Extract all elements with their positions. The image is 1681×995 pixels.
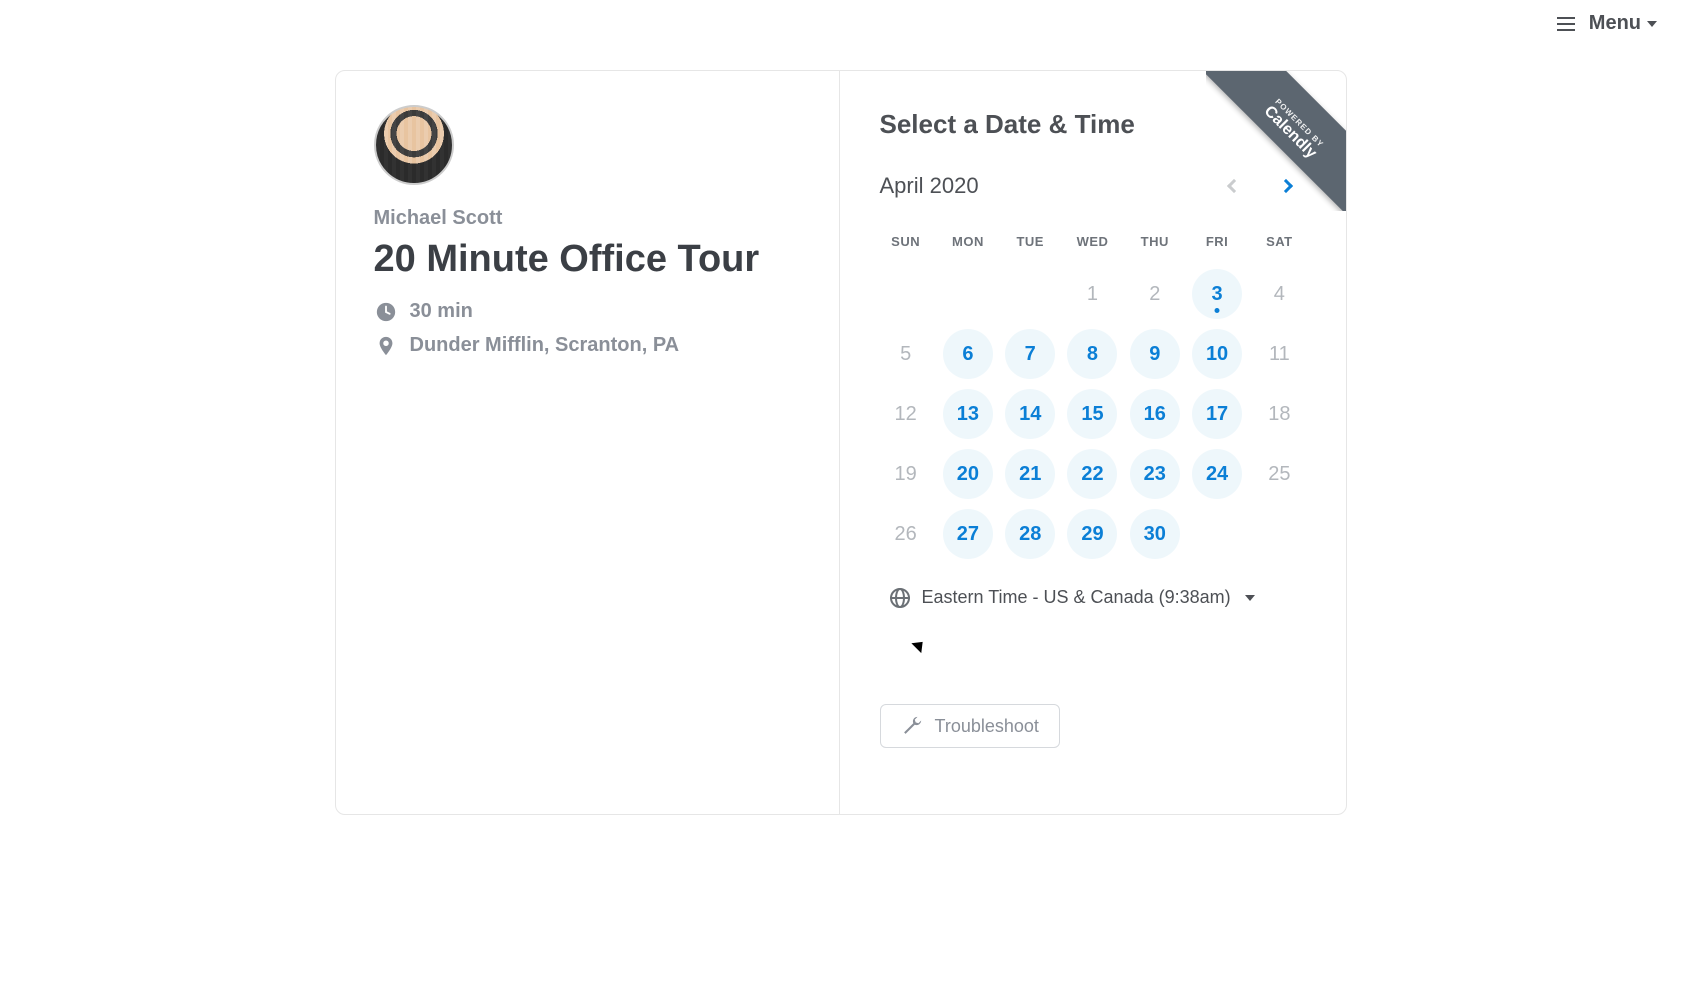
month-label: April 2020 bbox=[880, 173, 1202, 199]
calendar-day-unavailable: 25 bbox=[1253, 449, 1305, 499]
duration-text: 30 min bbox=[410, 300, 473, 323]
day-of-week-header: WED bbox=[1066, 228, 1118, 259]
calendar-day-available[interactable]: 7 bbox=[1005, 329, 1055, 379]
location-pin-icon bbox=[374, 334, 398, 358]
date-picker-panel: POWERED BY Calendly Select a Date & Time… bbox=[840, 71, 1346, 814]
calendar-day-available[interactable]: 6 bbox=[943, 329, 993, 379]
calendar-day-available[interactable]: 14 bbox=[1005, 389, 1055, 439]
globe-icon bbox=[890, 588, 910, 608]
timezone-label: Eastern Time - US & Canada (9:38am) bbox=[922, 587, 1231, 608]
calendar-day-available[interactable]: 27 bbox=[943, 509, 993, 559]
prev-month-button[interactable] bbox=[1214, 166, 1254, 206]
menu-label: Menu bbox=[1589, 12, 1641, 35]
troubleshoot-label: Troubleshoot bbox=[935, 716, 1039, 737]
clock-icon bbox=[374, 300, 398, 324]
host-avatar bbox=[374, 105, 454, 185]
calendar-day-unavailable: 26 bbox=[880, 509, 932, 559]
calendar-day-empty bbox=[942, 269, 994, 319]
wrench-icon bbox=[901, 715, 923, 737]
troubleshoot-button[interactable]: Troubleshoot bbox=[880, 704, 1060, 748]
day-of-week-header: TUE bbox=[1004, 228, 1056, 259]
calendar-day-unavailable: 18 bbox=[1253, 389, 1305, 439]
hamburger-icon[interactable] bbox=[1557, 17, 1575, 31]
calendar-day-available[interactable]: 10 bbox=[1192, 329, 1242, 379]
calendar-day-available[interactable]: 16 bbox=[1130, 389, 1180, 439]
caret-down-icon bbox=[1245, 595, 1255, 601]
calendar-day-empty bbox=[880, 269, 932, 319]
calendar-day-available[interactable]: 15 bbox=[1067, 389, 1117, 439]
calendar-day-available[interactable]: 17 bbox=[1192, 389, 1242, 439]
calendar-day-empty bbox=[1004, 269, 1056, 319]
calendar-day-unavailable: 11 bbox=[1253, 329, 1305, 379]
calendar-day-available[interactable]: 9 bbox=[1130, 329, 1180, 379]
calendar-grid: SUNMONTUEWEDTHUFRISAT1234567891011121314… bbox=[880, 228, 1306, 559]
calendar-day-available[interactable]: 28 bbox=[1005, 509, 1055, 559]
calendar-day-available[interactable]: 22 bbox=[1067, 449, 1117, 499]
calendar-day-available[interactable]: 13 bbox=[943, 389, 993, 439]
chevron-left-icon bbox=[1226, 179, 1240, 193]
calendar-day-available[interactable]: 21 bbox=[1005, 449, 1055, 499]
calendar-day-available[interactable]: 29 bbox=[1067, 509, 1117, 559]
host-name: Michael Scott bbox=[374, 207, 801, 230]
day-of-week-header: SAT bbox=[1253, 228, 1305, 259]
chevron-right-icon bbox=[1278, 179, 1292, 193]
calendar-day-unavailable: 5 bbox=[880, 329, 932, 379]
calendar-day-unavailable: 12 bbox=[880, 389, 932, 439]
duration-row: 30 min bbox=[374, 300, 801, 324]
day-of-week-header: THU bbox=[1129, 228, 1181, 259]
caret-down-icon bbox=[1647, 21, 1657, 27]
location-text: Dunder Mifflin, Scranton, PA bbox=[410, 334, 680, 357]
day-of-week-header: SUN bbox=[880, 228, 932, 259]
event-title: 20 Minute Office Tour bbox=[374, 238, 801, 282]
event-details: Michael Scott 20 Minute Office Tour 30 m… bbox=[336, 71, 840, 814]
timezone-selector[interactable]: Eastern Time - US & Canada (9:38am) bbox=[880, 587, 1306, 608]
location-row: Dunder Mifflin, Scranton, PA bbox=[374, 334, 801, 358]
next-month-button[interactable] bbox=[1266, 166, 1306, 206]
picker-heading: Select a Date & Time bbox=[880, 109, 1306, 140]
topbar: Menu bbox=[1533, 0, 1681, 47]
calendar-day-available[interactable]: 8 bbox=[1067, 329, 1117, 379]
calendar-day-unavailable: 19 bbox=[880, 449, 932, 499]
day-of-week-header: MON bbox=[942, 228, 994, 259]
calendar-day-available[interactable]: 23 bbox=[1130, 449, 1180, 499]
calendar-day-available[interactable]: 24 bbox=[1192, 449, 1242, 499]
day-of-week-header: FRI bbox=[1191, 228, 1243, 259]
menu-button[interactable]: Menu bbox=[1589, 12, 1657, 35]
cursor-icon bbox=[911, 637, 927, 653]
month-nav: April 2020 bbox=[880, 166, 1306, 206]
booking-card: Michael Scott 20 Minute Office Tour 30 m… bbox=[335, 70, 1347, 815]
calendar-day-available[interactable]: 3 bbox=[1192, 269, 1242, 319]
calendar-day-available[interactable]: 30 bbox=[1130, 509, 1180, 559]
calendar-day-unavailable: 4 bbox=[1253, 269, 1305, 319]
calendar-day-available[interactable]: 20 bbox=[943, 449, 993, 499]
calendar-day-unavailable: 1 bbox=[1066, 269, 1118, 319]
calendar-day-unavailable: 2 bbox=[1129, 269, 1181, 319]
